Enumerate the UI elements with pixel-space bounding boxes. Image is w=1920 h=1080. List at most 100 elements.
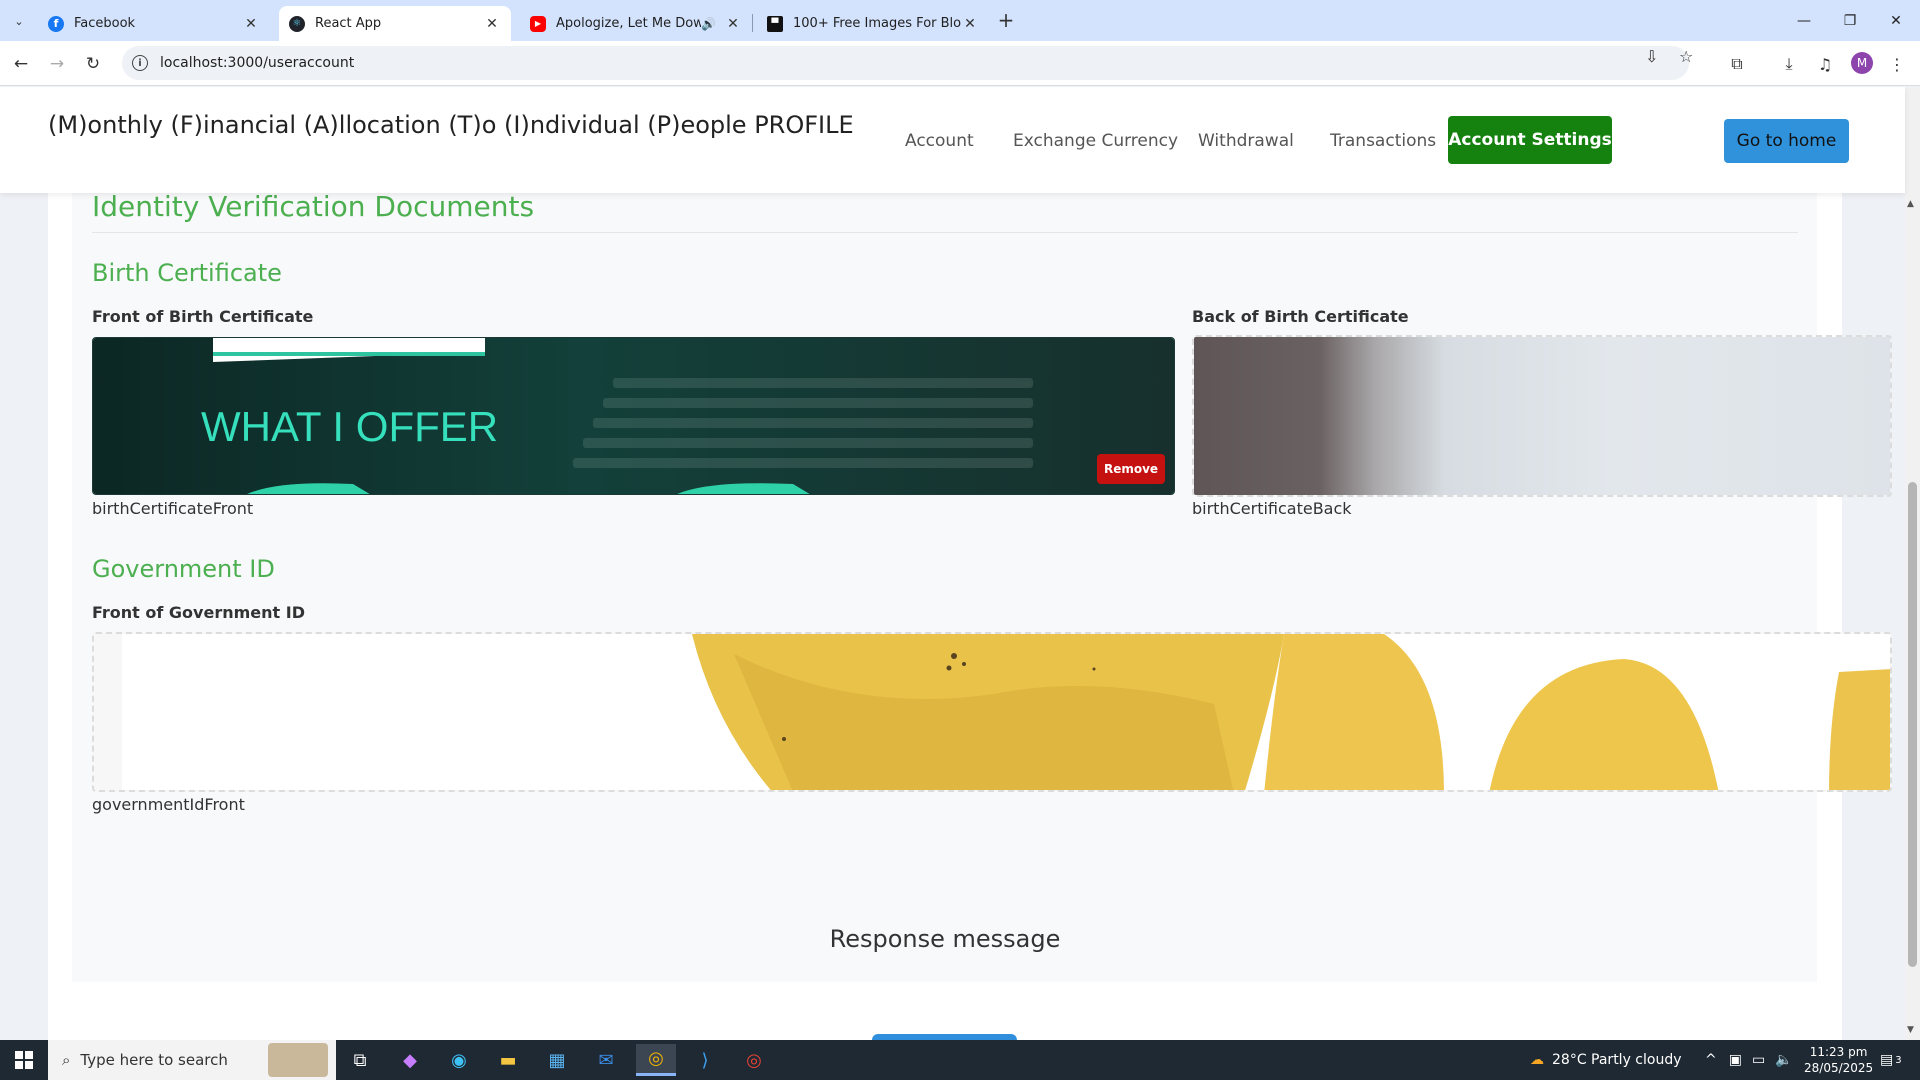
show-hidden-icons-icon[interactable]: ^	[1705, 1052, 1717, 1068]
downloads-icon[interactable]: ⤓	[1775, 50, 1803, 78]
windows-start-icon[interactable]	[0, 1040, 48, 1080]
reload-icon[interactable]: ↻	[79, 50, 107, 78]
youtube-icon: ▶	[530, 15, 546, 32]
birth-front-label: Front of Birth Certificate	[92, 307, 314, 326]
new-tab-icon[interactable]: +	[993, 8, 1019, 34]
search-icon: ⌕	[62, 1051, 71, 1069]
gov-front-label: Front of Government ID	[92, 603, 305, 622]
tab-title: 100+ Free Images For Blogs | D	[793, 16, 961, 31]
account-settings-button[interactable]: Account Settings	[1448, 116, 1612, 164]
tray-icons: ^ ▣ ▭ 🔈	[1705, 1040, 1793, 1080]
speaker-icon[interactable]: 🔊	[701, 17, 716, 31]
unsplash-icon: ▀	[767, 15, 783, 32]
nav-withdrawal[interactable]: Withdrawal	[1198, 131, 1294, 151]
close-window-icon[interactable]: ✕	[1873, 0, 1919, 41]
remove-birth-front-button[interactable]: Remove	[1097, 454, 1165, 484]
close-tab-icon[interactable]: ✕	[483, 16, 501, 32]
scroll-down-icon[interactable]: ▼	[1907, 1025, 1914, 1035]
back-icon[interactable]: ←	[7, 50, 35, 78]
birth-back-filename: birthCertificateBack	[1192, 499, 1352, 518]
meet-now-icon[interactable]: ▣	[1729, 1052, 1742, 1068]
app-header: (M)onthly (F)inancial (A)llocation (T)o …	[0, 87, 1905, 193]
install-app-icon[interactable]: ⇩	[1645, 47, 1658, 66]
close-tab-icon[interactable]: ✕	[724, 16, 742, 32]
documents-title: Identity Verification Documents	[92, 190, 535, 223]
url-text: localhost:3000/useraccount	[160, 55, 355, 71]
site-info-icon[interactable]: i	[132, 55, 148, 71]
close-tab-icon[interactable]: ✕	[242, 16, 260, 32]
taskbar-search-placeholder: Type here to search	[80, 1051, 228, 1069]
gov-front-image	[122, 634, 1890, 790]
file-explorer-icon[interactable]: ▬	[488, 1044, 528, 1076]
tab-react-app[interactable]: ⚛ React App ✕	[279, 6, 511, 41]
notification-count: 3	[1895, 1054, 1902, 1066]
clock-date: 28/05/2025	[1804, 1061, 1874, 1075]
gov-front-preview[interactable]	[92, 632, 1892, 792]
tab-youtube[interactable]: ▶ Apologize, Let Me Down Sl 🔊 ✕	[520, 6, 752, 41]
scroll-up-icon[interactable]: ▲	[1907, 199, 1914, 209]
documents-section	[72, 157, 1817, 982]
go-to-home-button[interactable]: Go to home	[1724, 119, 1849, 163]
profile-avatar[interactable]: M	[1851, 52, 1873, 74]
react-icon: ⚛	[289, 15, 305, 32]
clock-time: 11:23 pm	[1809, 1045, 1868, 1059]
notification-center-icon[interactable]: ▤ 3	[1880, 1040, 1902, 1080]
forward-icon[interactable]: →	[43, 50, 71, 78]
page-scrollbar[interactable]: ▲ ▼	[1905, 87, 1920, 1040]
tab-unsplash[interactable]: ▀ 100+ Free Images For Blogs | D ✕	[757, 6, 989, 41]
response-message: Response message	[829, 925, 1061, 953]
search-highlight-icon	[268, 1043, 328, 1077]
tab-separator	[752, 14, 753, 32]
mail-icon[interactable]: ✉	[586, 1044, 626, 1076]
weather-icon: ☁	[1530, 1052, 1544, 1068]
edge-icon[interactable]: ◉	[439, 1044, 479, 1076]
birth-back-label: Back of Birth Certificate	[1192, 307, 1409, 326]
tab-title: Apologize, Let Me Down Sl	[556, 16, 702, 31]
microsoft-store-icon[interactable]: ▦	[537, 1044, 577, 1076]
nav-exchange-currency[interactable]: Exchange Currency	[1013, 131, 1178, 151]
media-control-icon[interactable]: ♫	[1811, 50, 1839, 78]
minimize-icon[interactable]: —	[1781, 0, 1827, 41]
tab-search-dropdown-icon[interactable]: ⌄	[6, 8, 32, 34]
clock[interactable]: 11:23 pm 28/05/2025	[1804, 1040, 1873, 1080]
restore-icon[interactable]: ❐	[1827, 0, 1873, 41]
volume-icon[interactable]: 🔈	[1775, 1052, 1792, 1068]
tab-title: Facebook	[74, 16, 136, 31]
scrollbar-thumb[interactable]	[1908, 482, 1917, 967]
birth-front-preview[interactable]: WHAT I OFFER	[92, 337, 1175, 495]
facebook-icon: f	[48, 15, 64, 32]
app-title: (M)onthly (F)inancial (A)llocation (T)o …	[48, 111, 854, 139]
birth-back-image	[1194, 337, 1890, 495]
birth-front-image-text: WHAT I OFFER	[201, 403, 498, 450]
weather-widget[interactable]: ☁ 28°C Partly cloudy	[1530, 1040, 1682, 1080]
vscode-icon[interactable]: ⟩	[685, 1044, 725, 1076]
gov-front-filename: governmentIdFront	[92, 795, 245, 814]
notification-icon: ▤	[1880, 1052, 1894, 1068]
page-viewport: Identity Verification Documents Birth Ce…	[0, 87, 1920, 1040]
browser-toolbar: ← → ↻ i localhost:3000/useraccount ⇩ ☆ ⧉…	[0, 41, 1920, 86]
windows-taskbar: ⌕ Type here to search ⧉ ◆ ◉ ▬ ▦ ✉ ◎ ⟩ ◎ …	[0, 1040, 1920, 1080]
chrome-profile-a-icon[interactable]: ◎	[734, 1044, 774, 1076]
government-id-title: Government ID	[92, 555, 275, 583]
chrome-profile-m-icon[interactable]: ◎	[636, 1044, 676, 1076]
weather-text: 28°C Partly cloudy	[1552, 1052, 1682, 1068]
browser-tab-bar: ⌄ f Facebook ✕ ⚛ React App ✕ ▶ Apologize…	[0, 0, 1920, 41]
section-divider	[92, 232, 1798, 233]
bookmark-star-icon[interactable]: ☆	[1679, 47, 1693, 66]
nav-account[interactable]: Account	[905, 131, 974, 151]
copilot-icon[interactable]: ◆	[390, 1044, 430, 1076]
menu-kebab-icon[interactable]: ⋮	[1883, 50, 1911, 78]
taskbar-search[interactable]: ⌕ Type here to search	[48, 1040, 336, 1080]
task-view-icon[interactable]: ⧉	[340, 1044, 380, 1076]
tab-title: React App	[315, 16, 382, 31]
birth-back-preview[interactable]	[1192, 335, 1892, 497]
close-tab-icon[interactable]: ✕	[961, 16, 979, 32]
tab-facebook[interactable]: f Facebook ✕	[38, 6, 270, 41]
address-bar[interactable]: i localhost:3000/useraccount	[122, 46, 1689, 80]
extensions-icon[interactable]: ⧉	[1723, 50, 1751, 78]
birth-front-image: WHAT I OFFER	[93, 338, 1174, 494]
birth-front-filename: birthCertificateFront	[92, 499, 254, 518]
nav-transactions[interactable]: Transactions	[1330, 131, 1436, 151]
birth-certificate-title: Birth Certificate	[92, 259, 282, 287]
network-icon[interactable]: ▭	[1752, 1052, 1765, 1068]
